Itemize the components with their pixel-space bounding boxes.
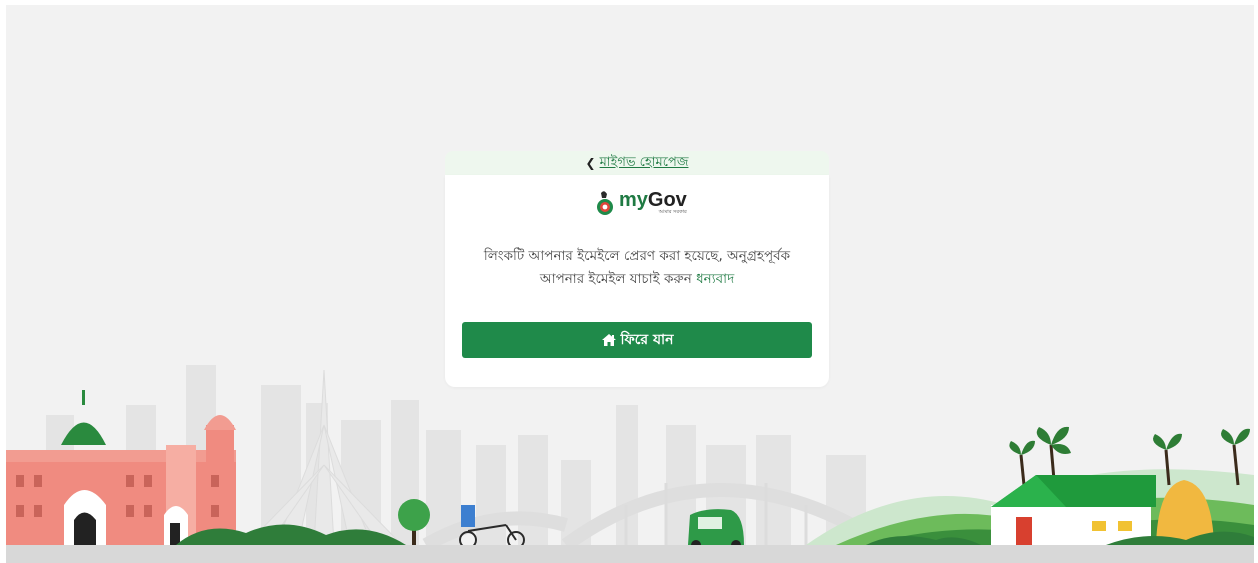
message-line-1: লিংকটি আপনার ইমেইলে প্রেরণ করা হয়েছে, অ… [483, 248, 791, 264]
confirmation-message: লিংকটি আপনার ইমেইলে প্রেরণ করা হয়েছে, অ… [465, 245, 809, 291]
chevron-left-icon: ❮ [585, 156, 596, 170]
logo-text-my: my [619, 189, 648, 211]
logo-tagline: আমার সরকার [658, 209, 687, 215]
thanks-text: ধন্যবাদ [696, 271, 735, 287]
page-background: ❮ মাইগভ হোমপেজ myGov আমার সরকার লিংকটি আ… [6, 5, 1254, 545]
message-line-2: আপনার ইমেইল যাচাই করুন [539, 271, 692, 287]
go-back-label: ফিরে যান [620, 332, 674, 348]
village-house-illustration [991, 475, 1156, 545]
verification-card: ❮ মাইগভ হোমপেজ myGov আমার সরকার লিংকটি আ… [445, 151, 829, 387]
mygov-emblem-icon [597, 191, 613, 215]
card-body: myGov আমার সরকার লিংকটি আপনার ইমেইলে প্র… [445, 175, 829, 387]
homepage-link[interactable]: মাইগভ হোমপেজ [600, 153, 689, 174]
home-icon [601, 334, 616, 346]
logo-text-gov: Gov [647, 189, 687, 211]
footer-strip [6, 545, 1254, 563]
auto-rickshaw-illustration [688, 509, 744, 545]
mygov-logo: myGov আমার সরকার [595, 189, 687, 223]
card-header: ❮ মাইগভ হোমপেজ [445, 151, 829, 175]
go-back-button[interactable]: ফিরে যান [462, 322, 812, 358]
